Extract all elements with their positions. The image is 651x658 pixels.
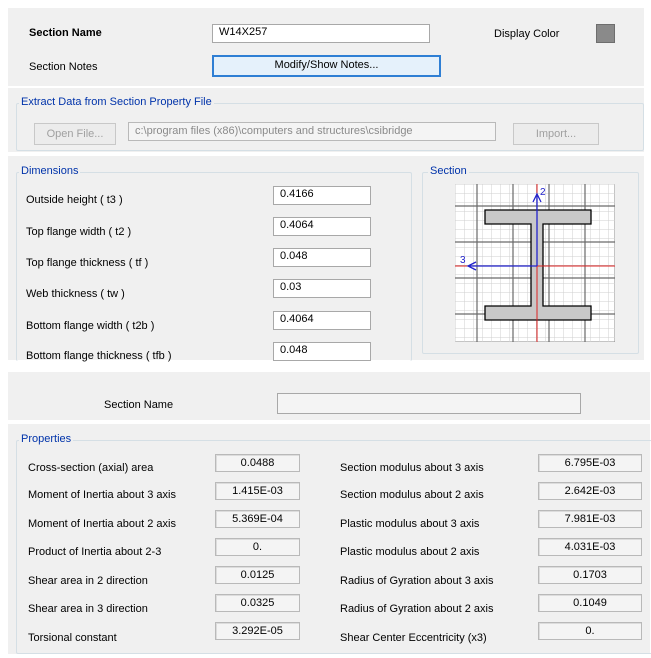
dimensions-title: Dimensions: [19, 165, 81, 177]
extract-title: Extract Data from Section Property File: [19, 96, 214, 108]
modify-notes-button[interactable]: Modify/Show Notes...: [212, 55, 441, 77]
import-button[interactable]: Import...: [513, 123, 599, 145]
display-color-swatch[interactable]: [596, 24, 615, 43]
dimension-label-tw: Web thickness ( tw ): [26, 288, 125, 300]
prop-value-shear-center: 0.: [538, 622, 642, 640]
dimension-label-tfb: Bottom flange thickness ( tfb ): [26, 350, 172, 362]
prop-label-shear-area-3: Shear area in 3 direction: [28, 603, 148, 615]
property-file-path: c:\program files (x86)\computers and str…: [128, 122, 496, 141]
prop-value-shear-area-3: 0.0325: [215, 594, 300, 612]
dimension-input-tf[interactable]: 0.048: [273, 248, 371, 267]
section-notes-label: Section Notes: [29, 61, 98, 73]
prop-label-i33: Moment of Inertia about 3 axis: [28, 489, 176, 501]
dimension-input-t3[interactable]: 0.4166: [273, 186, 371, 205]
dimension-input-tfb[interactable]: 0.048: [273, 342, 371, 361]
properties-title: Properties: [19, 433, 74, 445]
section-preview-canvas: [455, 184, 615, 342]
prop-value-r33: 0.1703: [538, 566, 642, 584]
prop-value-z22: 4.031E-03: [538, 538, 642, 556]
prop-value-r22: 0.1049: [538, 594, 642, 612]
dimension-label-t2b: Bottom flange width ( t2b ): [26, 320, 155, 332]
prop-label-s33: Section modulus about 3 axis: [340, 462, 484, 474]
prop-label-axial-area: Cross-section (axial) area: [28, 462, 154, 474]
prop-label-shear-center: Shear Center Eccentricity (x3): [340, 632, 487, 644]
axis-3-label: 3: [460, 255, 466, 266]
prop-label-z33: Plastic modulus about 3 axis: [340, 518, 480, 530]
display-color-label: Display Color: [494, 28, 560, 40]
properties-section-name-label: Section Name: [104, 399, 174, 411]
prop-label-torsional-constant: Torsional constant: [28, 632, 117, 644]
dimension-input-t2[interactable]: 0.4064: [273, 217, 371, 236]
section-name-label: Section Name: [29, 27, 102, 39]
prop-label-z22: Plastic modulus about 2 axis: [340, 546, 480, 558]
prop-value-z33: 7.981E-03: [538, 510, 642, 528]
prop-value-i33: 1.415E-03: [215, 482, 300, 500]
prop-label-i22: Moment of Inertia about 2 axis: [28, 518, 176, 530]
dimension-label-tf: Top flange thickness ( tf ): [26, 257, 149, 269]
section-name-input[interactable]: W14X257: [212, 24, 430, 43]
section-preview-title: Section: [428, 165, 469, 177]
prop-value-shear-area-2: 0.0125: [215, 566, 300, 584]
dimension-input-tw[interactable]: 0.03: [273, 279, 371, 298]
prop-label-r33: Radius of Gyration about 3 axis: [340, 575, 494, 587]
dimension-label-t3: Outside height ( t3 ): [26, 194, 123, 206]
prop-value-s33: 6.795E-03: [538, 454, 642, 472]
properties-section-name-input: [277, 393, 581, 414]
dimension-input-t2b[interactable]: 0.4064: [273, 311, 371, 330]
prop-label-s22: Section modulus about 2 axis: [340, 489, 484, 501]
prop-label-shear-area-2: Shear area in 2 direction: [28, 575, 148, 587]
prop-value-i23: 0.: [215, 538, 300, 556]
prop-value-axial-area: 0.0488: [215, 454, 300, 472]
prop-value-torsional-constant: 3.292E-05: [215, 622, 300, 640]
dimension-label-t2: Top flange width ( t2 ): [26, 226, 132, 238]
prop-label-r22: Radius of Gyration about 2 axis: [340, 603, 494, 615]
prop-value-i22: 5.369E-04: [215, 510, 300, 528]
axis-2-label: 2: [540, 187, 546, 198]
prop-value-s22: 2.642E-03: [538, 482, 642, 500]
open-file-button[interactable]: Open File...: [34, 123, 116, 145]
prop-label-i23: Product of Inertia about 2-3: [28, 546, 162, 558]
